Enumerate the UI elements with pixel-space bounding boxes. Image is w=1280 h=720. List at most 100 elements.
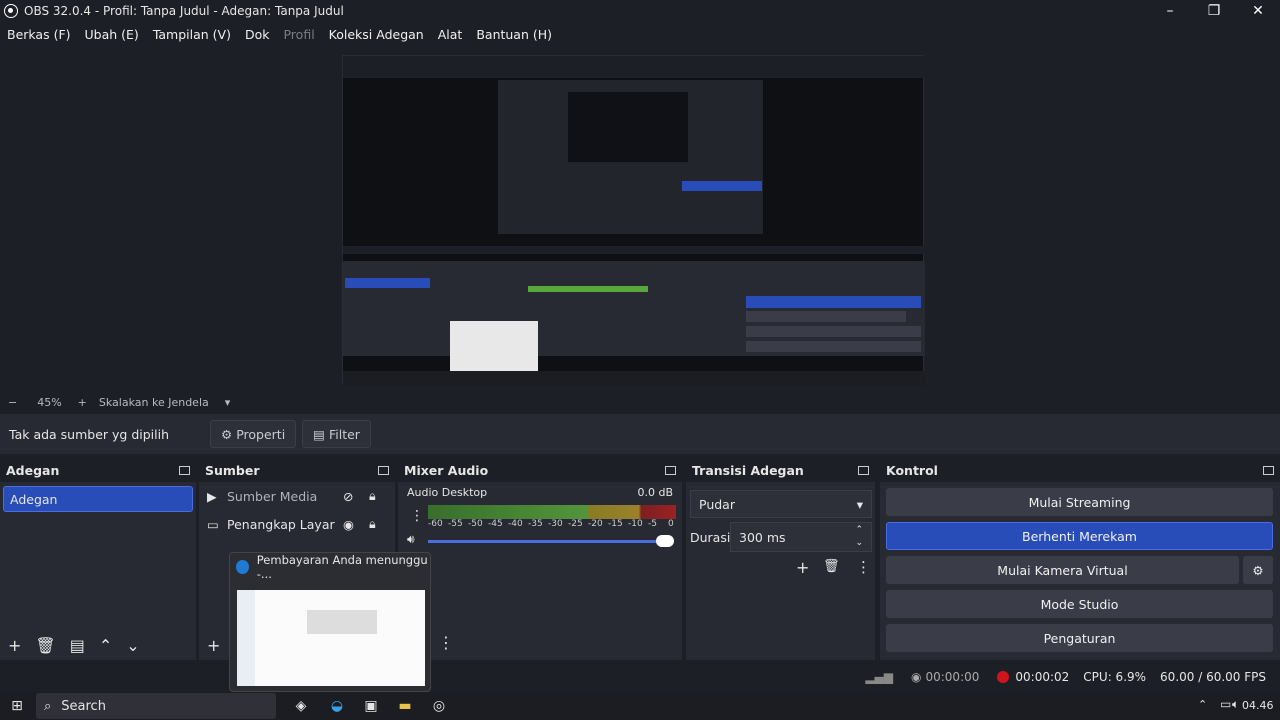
- source-toolbar: Tak ada sumber yg dipilih ⚙ Properti ▤ F…: [0, 414, 1280, 454]
- preview-canvas[interactable]: [342, 55, 925, 386]
- cpu-usage: CPU: 6.9%: [1083, 670, 1147, 684]
- meter-tick-label: -30: [548, 519, 563, 529]
- folder-icon[interactable]: ▬: [394, 695, 416, 717]
- move-up-icon[interactable]: ⌃: [99, 636, 112, 655]
- studio-mode-button[interactable]: Mode Studio: [886, 590, 1273, 618]
- move-down-icon[interactable]: ⌄: [126, 636, 139, 655]
- store-icon[interactable]: ◈: [290, 695, 312, 717]
- recording-icon: [997, 671, 1010, 683]
- eye-icon[interactable]: ◉: [343, 517, 354, 532]
- speaker-icon[interactable]: 🔈︎: [1232, 697, 1239, 712]
- spin-buttons[interactable]: ⌃ ⌄: [855, 524, 863, 550]
- kebab-menu-icon[interactable]: ⋮: [410, 508, 424, 524]
- properties-label: Properti: [236, 426, 286, 442]
- transitions-header: Transisi Adegan: [686, 458, 875, 482]
- edge-icon[interactable]: ◒: [326, 695, 348, 717]
- sources-title: Sumber: [205, 462, 260, 478]
- menu-profile: Profil: [283, 26, 315, 42]
- source-label: Penangkap Layar: [227, 516, 335, 532]
- source-item[interactable]: ▶ Sumber Media ⊘ 🔒︎: [199, 482, 395, 510]
- kebab-menu-icon[interactable]: ⋮: [856, 558, 871, 576]
- scene-item[interactable]: Adegan: [3, 486, 193, 512]
- title-bar: OBS 32.0.4 - Profil: Tanpa Judul - Adega…: [0, 0, 1280, 22]
- duration-input[interactable]: 300 ms ⌃ ⌄: [730, 522, 872, 552]
- menu-tools[interactable]: Alat: [431, 27, 470, 42]
- popup-thumbnail: [237, 590, 425, 686]
- taskbar-preview-popup[interactable]: Pembayaran Anda menunggu -...: [229, 552, 431, 692]
- stop-recording-button[interactable]: Berhenti Merekam: [886, 522, 1273, 550]
- filter-icon[interactable]: ▤: [70, 636, 85, 655]
- duration-value: 300 ms: [739, 529, 786, 545]
- gear-icon: ⚙: [1252, 562, 1264, 578]
- hidden-eye-icon[interactable]: ⊘: [343, 489, 353, 504]
- sources-header: Sumber: [199, 458, 395, 482]
- settings-button[interactable]: Pengaturan: [886, 624, 1273, 652]
- menu-help[interactable]: Bantuan (H): [469, 27, 559, 42]
- transition-select[interactable]: Pudar ▾: [690, 490, 872, 518]
- windows-start-icon[interactable]: ⊞: [6, 695, 28, 717]
- filter-button[interactable]: ▤ Filter: [302, 420, 371, 448]
- photos-icon[interactable]: ▣: [360, 695, 382, 717]
- virtual-camera-settings-button[interactable]: ⚙: [1243, 556, 1273, 584]
- transitions-title: Transisi Adegan: [692, 462, 804, 478]
- lock-icon[interactable]: 🔒︎: [369, 488, 376, 504]
- undock-icon[interactable]: [1263, 465, 1274, 475]
- chevron-down-icon[interactable]: ▾: [225, 396, 231, 409]
- controls-title: Kontrol: [886, 462, 938, 478]
- speaker-icon[interactable]: 🔊︎: [407, 532, 415, 547]
- add-icon[interactable]: +: [8, 636, 21, 655]
- popup-header: Pembayaran Anda menunggu -...: [230, 553, 430, 581]
- menu-view[interactable]: Tampilan (V): [146, 27, 238, 42]
- add-icon[interactable]: +: [207, 636, 220, 655]
- kebab-menu-icon[interactable]: ⋮: [438, 633, 454, 652]
- scale-to-window[interactable]: Skalakan ke Jendela: [99, 396, 209, 409]
- scenes-title: Adegan: [6, 462, 60, 478]
- menu-scene-collection[interactable]: Koleksi Adegan: [322, 27, 431, 42]
- status-bar: ▂▄▆ ◉ 00:00:00 00:00:02 CPU: 6.9% 60.00 …: [0, 662, 1280, 692]
- undock-icon[interactable]: [179, 465, 190, 475]
- transitions-dock: Transisi Adegan Pudar ▾ Durasi 300 ms ⌃ ⌄…: [686, 458, 877, 660]
- fps-counter: 60.00 / 60.00 FPS: [1160, 670, 1266, 684]
- close-button[interactable]: ✕: [1236, 0, 1280, 22]
- play-icon: ▶: [207, 488, 217, 504]
- properties-button[interactable]: ⚙ Properti: [210, 420, 297, 448]
- menu-dock[interactable]: Dok: [238, 27, 277, 42]
- meter-tick-label: -40: [508, 519, 523, 529]
- mixer-dock: Mixer Audio Audio Desktop 0.0 dB ⋮ 🔊︎ -6…: [398, 458, 684, 660]
- network-icon[interactable]: ▭: [1220, 697, 1231, 711]
- lock-icon[interactable]: 🔒︎: [369, 516, 376, 532]
- start-virtual-camera-button[interactable]: Mulai Kamera Virtual: [886, 556, 1239, 584]
- menu-file[interactable]: Berkas (F): [0, 27, 78, 42]
- search-box[interactable]: ⌕ Search: [36, 693, 276, 719]
- zoom-bar: − 45% + Skalakan ke Jendela ▾: [0, 394, 1280, 410]
- obs-icon[interactable]: ◎: [428, 695, 450, 717]
- thumbnail-content: [307, 610, 377, 634]
- trash-icon[interactable]: 🗑: [35, 636, 55, 655]
- zoom-out-button[interactable]: −: [8, 396, 17, 409]
- source-label: Sumber Media: [227, 488, 318, 504]
- undock-icon[interactable]: [858, 465, 869, 475]
- menu-edit[interactable]: Ubah (E): [78, 27, 146, 42]
- volume-slider[interactable]: [428, 540, 668, 543]
- signal-icon: ▂▄▆: [865, 670, 893, 684]
- chevron-up-icon[interactable]: ⌃: [1198, 698, 1207, 711]
- add-icon[interactable]: +: [796, 558, 809, 577]
- clock[interactable]: 04.46: [1242, 699, 1274, 712]
- undock-icon[interactable]: [665, 465, 676, 475]
- mixer-title: Mixer Audio: [404, 462, 489, 478]
- maximize-button[interactable]: ❐: [1192, 0, 1236, 22]
- undock-icon[interactable]: [378, 465, 389, 475]
- controls-dock: Kontrol Mulai Streaming Berhenti Merekam…: [880, 458, 1280, 660]
- minimize-button[interactable]: –: [1148, 0, 1192, 22]
- zoom-in-button[interactable]: +: [78, 396, 87, 409]
- mixer-header: Mixer Audio: [398, 458, 682, 482]
- trash-icon[interactable]: 🗑: [823, 559, 840, 574]
- popup-title: Pembayaran Anda menunggu -...: [256, 553, 428, 581]
- meter-tick-label: -5: [648, 519, 657, 529]
- no-source-label: Tak ada sumber yg dipilih: [9, 426, 170, 442]
- start-streaming-button[interactable]: Mulai Streaming: [886, 488, 1273, 516]
- search-icon: ⌕: [44, 698, 52, 714]
- meter-tick-label: -10: [628, 519, 643, 529]
- source-item[interactable]: ▭ Penangkap Layar ◉ 🔒︎: [199, 510, 395, 538]
- volume-slider-handle[interactable]: [656, 535, 674, 547]
